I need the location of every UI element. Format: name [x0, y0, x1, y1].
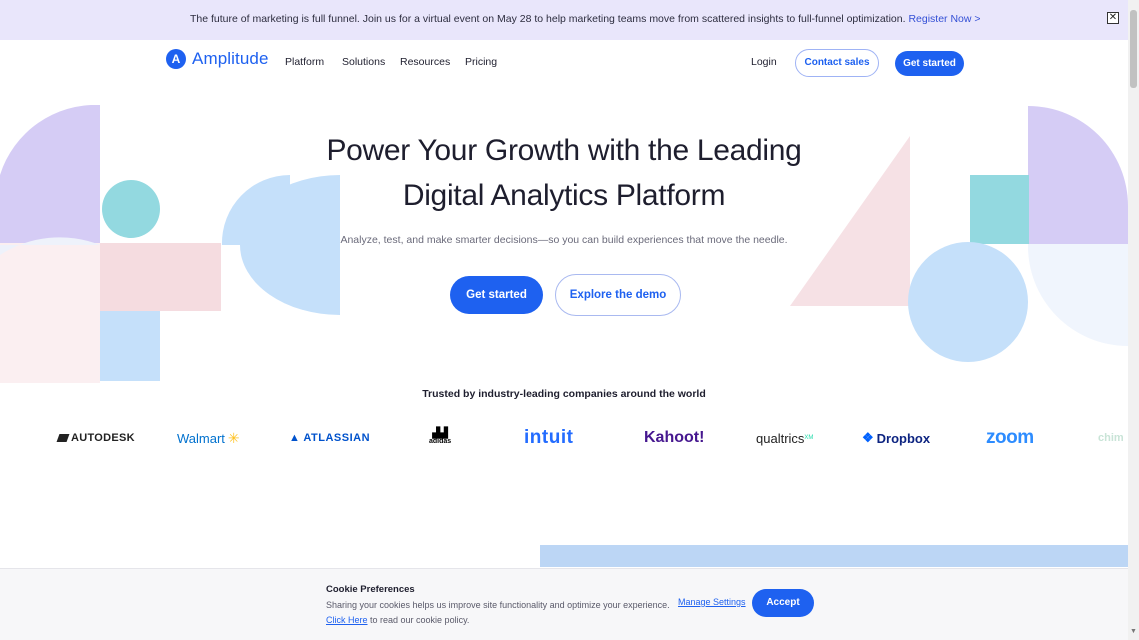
hero-subtitle: Analyze, test, and make smarter decision… — [340, 234, 788, 246]
cookie-title: Cookie Preferences — [326, 584, 415, 595]
accept-cookies-button[interactable]: Accept — [752, 589, 814, 617]
trusted-heading: Trusted by industry-leading companies ar… — [422, 388, 706, 400]
dropbox-logo: ❖ Dropbox — [862, 424, 930, 452]
register-now-link[interactable]: Register Now > — [908, 13, 980, 25]
intuit-wordmark: intuit — [524, 427, 574, 448]
hero-title-line1: Power Your Growth with the Leading — [326, 134, 802, 167]
nav-resources[interactable]: Resources — [400, 56, 450, 68]
adidas-logo: ▟▟ adidas — [429, 424, 451, 452]
banner-message: The future of marketing is full funnel. … — [190, 13, 906, 25]
kahoot-wordmark: Kahoot! — [644, 429, 705, 446]
banner-text: The future of marketing is full funnel. … — [190, 13, 981, 25]
login-link[interactable]: Login — [751, 56, 777, 68]
adidas-wordmark: adidas — [429, 438, 452, 445]
qualtrics-wordmark: qualtrics — [756, 430, 805, 446]
get-started-button[interactable]: Get started — [450, 276, 543, 314]
explore-demo-button[interactable]: Explore the demo — [555, 274, 681, 316]
manage-settings-link[interactable]: Manage Settings — [678, 597, 746, 607]
chime-wordmark: chime — [1098, 432, 1124, 444]
cookie-policy-line: Click Here to read our cookie policy. — [326, 615, 469, 625]
qualtrics-xm-icon: XM — [804, 435, 814, 441]
nav-get-started-button[interactable]: Get started — [895, 51, 964, 76]
kahoot-logo: Kahoot! — [644, 424, 704, 452]
nav-solutions[interactable]: Solutions — [342, 56, 385, 68]
cookie-policy-text: to read our cookie policy. — [367, 615, 470, 625]
contact-sales-button[interactable]: Contact sales — [795, 49, 879, 77]
walmart-spark-icon: ✳ — [227, 429, 240, 446]
atlassian-wordmark: ATLASSIAN — [303, 432, 371, 444]
walmart-logo: Walmart ✳ — [177, 424, 240, 452]
autodesk-mark-icon — [56, 434, 70, 442]
zoom-wordmark: zoom — [986, 427, 1034, 448]
atlassian-logo: ▲ ATLASSIAN — [289, 424, 370, 452]
amplitude-logo-icon: A — [166, 49, 186, 69]
qualtrics-logo: qualtrics XM — [756, 424, 813, 452]
announcement-banner: The future of marketing is full funnel. … — [0, 0, 1128, 40]
amplitude-logo[interactable]: A Amplitude — [166, 49, 269, 69]
section-highlight-bar — [540, 545, 1130, 567]
logo-wordmark: Amplitude — [192, 49, 269, 68]
nav-platform[interactable]: Platform — [285, 56, 324, 68]
dropbox-box-icon: ❖ — [862, 430, 874, 445]
page: The future of marketing is full funnel. … — [0, 0, 1139, 640]
close-icon[interactable]: ✕ — [1107, 12, 1119, 24]
intuit-logo: intuit — [524, 424, 573, 452]
chime-logo: chime — [1098, 424, 1124, 452]
adidas-stripes-icon: ▟▟ — [432, 428, 448, 439]
scrollbar-thumb[interactable] — [1130, 10, 1137, 88]
autodesk-logo: AUTODESK — [56, 424, 135, 452]
cookie-description: Sharing your cookies helps us improve si… — [326, 600, 670, 610]
scroll-down-arrow-icon[interactable]: ▼ — [1129, 628, 1138, 638]
walmart-wordmark: Walmart — [177, 430, 225, 446]
scrollbar[interactable]: ▼ — [1128, 0, 1139, 640]
zoom-logo: zoom — [986, 424, 1034, 452]
nav-pricing[interactable]: Pricing — [465, 56, 497, 68]
cookie-policy-link[interactable]: Click Here — [326, 615, 368, 625]
atlassian-mark-icon: ▲ — [289, 432, 301, 444]
dropbox-wordmark: Dropbox — [876, 430, 931, 446]
hero-title-line2: Digital Analytics Platform — [402, 179, 726, 212]
autodesk-wordmark: AUTODESK — [71, 432, 135, 444]
